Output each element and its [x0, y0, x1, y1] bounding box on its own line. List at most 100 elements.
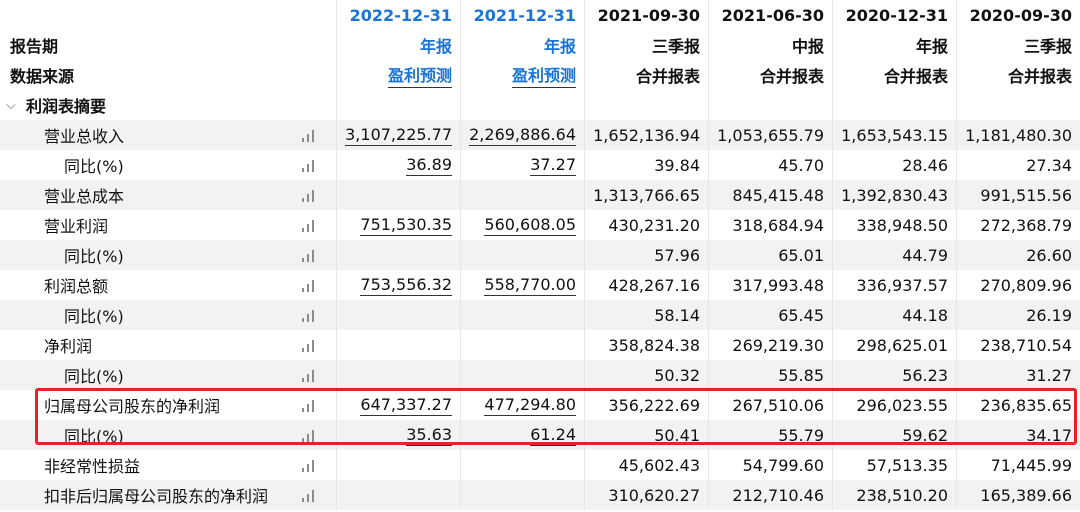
value-cell: 267,510.06: [708, 390, 832, 420]
chevron-down-icon[interactable]: ⌵: [6, 98, 20, 113]
value-cell: 35.63: [336, 420, 460, 450]
table-row: 营业总成本 1,313,766.65 845,415.48 1,392,830.43 9…: [0, 180, 1080, 210]
value-cell: 71,445.99: [956, 450, 1080, 480]
bar-chart-icon[interactable]: [300, 428, 318, 442]
forecast-link[interactable]: 盈利预测: [387, 62, 452, 88]
value-text: 57.96: [654, 245, 700, 265]
header-label: [0, 0, 336, 30]
bar-chart-icon[interactable]: [300, 248, 318, 262]
value-cell: 560,608.05: [460, 210, 584, 240]
bar-chart-icon[interactable]: [300, 218, 318, 232]
value-cell: 477,294.80: [460, 390, 584, 420]
value-text: 236,835.65: [980, 395, 1072, 415]
value-text: 560,608.05: [484, 214, 576, 236]
col-header-date[interactable]: 2021-12-31: [460, 0, 584, 30]
value-text: 267,510.06: [732, 395, 824, 415]
bar-chart-icon[interactable]: [300, 488, 318, 502]
value-cell: 54,799.60: [708, 450, 832, 480]
table-row: 同比(%) 58.14 65.45 44.18 26.19: [0, 300, 1080, 330]
value-cell: 50.32: [584, 360, 708, 390]
row-label: 营业总收入: [0, 120, 336, 150]
value-cell: 428,267.16: [584, 270, 708, 300]
forecast-link[interactable]: 盈利预测: [511, 62, 576, 88]
col-header-date[interactable]: 2020-12-31: [832, 0, 956, 30]
bar-chart-icon[interactable]: [300, 398, 318, 412]
value-cell: 39.84: [584, 150, 708, 180]
bar-chart-icon[interactable]: [300, 458, 318, 472]
value-cell: [460, 480, 584, 510]
value-cell: 1,181,480.30: [956, 120, 1080, 150]
value-text: 269,219.30: [732, 335, 824, 355]
header-label: 数据来源: [10, 67, 75, 86]
value-cell: 31.27: [956, 360, 1080, 390]
value-cell: 296,023.55: [832, 390, 956, 420]
value-text: 58.14: [654, 305, 700, 325]
value-text: 356,222.69: [608, 395, 700, 415]
row-label-text: 营业总成本: [44, 187, 125, 206]
value-cell: [460, 360, 584, 390]
value-text: 26.60: [1026, 245, 1072, 265]
row-label-text: 同比(%): [64, 157, 124, 176]
row-label: 利润总额: [0, 270, 336, 300]
value-text: 55.85: [778, 365, 824, 385]
section-title[interactable]: ⌵ 利润表摘要: [0, 90, 336, 120]
value-cell: 65.01: [708, 240, 832, 270]
value-cell: 647,337.27: [336, 390, 460, 420]
source-cell[interactable]: 盈利预测: [460, 60, 584, 90]
value-text: 1,652,136.94: [593, 125, 700, 145]
value-text: 2,269,886.64: [469, 124, 576, 146]
bar-chart-icon[interactable]: [300, 188, 318, 202]
table-row: 非经常性损益 45,602.43 54,799.60 57,513.35 71,445.…: [0, 450, 1080, 480]
row-label-text: 净利润: [44, 337, 93, 356]
row-label: 非经常性损益: [0, 450, 336, 480]
value-cell: 318,684.94: [708, 210, 832, 240]
row-label-text: 非经常性损益: [44, 457, 141, 476]
value-cell: 356,222.69: [584, 390, 708, 420]
period-cell: 三季报: [584, 30, 708, 60]
financial-table: 2022-12-31 2021-12-31 2021-09-30 2021-06…: [0, 0, 1080, 510]
value-text: 338,948.50: [856, 215, 948, 235]
bar-chart-icon[interactable]: [300, 368, 318, 382]
row-label: 同比(%): [0, 420, 336, 450]
value-text: 26.19: [1026, 305, 1072, 325]
table-row: 同比(%) 57.96 65.01 44.79 26.60: [0, 240, 1080, 270]
period-cell: 年报: [832, 30, 956, 60]
value-cell: [460, 180, 584, 210]
col-header-date[interactable]: 2021-09-30: [584, 0, 708, 30]
value-cell: 751,530.35: [336, 210, 460, 240]
value-cell: [336, 450, 460, 480]
bar-chart-icon[interactable]: [300, 278, 318, 292]
empty-cell: [584, 90, 708, 120]
bar-chart-icon[interactable]: [300, 338, 318, 352]
value-cell: 59.62: [832, 420, 956, 450]
value-cell: 55.85: [708, 360, 832, 390]
value-cell: [336, 480, 460, 510]
row-label: 同比(%): [0, 240, 336, 270]
source-cell[interactable]: 盈利预测: [336, 60, 460, 90]
value-text: 212,710.46: [732, 485, 824, 505]
value-text: 54,799.60: [742, 455, 824, 475]
value-cell: [336, 360, 460, 390]
value-cell: 37.27: [460, 150, 584, 180]
value-text: 298,625.01: [856, 335, 948, 355]
empty-cell: [832, 90, 956, 120]
value-text: 28.46: [902, 155, 948, 175]
value-cell: 558,770.00: [460, 270, 584, 300]
source-cell: 合并报表: [584, 60, 708, 90]
value-cell: 57,513.35: [832, 450, 956, 480]
section-row[interactable]: ⌵ 利润表摘要: [0, 90, 1080, 120]
col-header-date[interactable]: 2021-06-30: [708, 0, 832, 30]
bar-chart-icon[interactable]: [300, 128, 318, 142]
value-text: 430,231.20: [608, 215, 700, 235]
row-label-text: 同比(%): [64, 247, 124, 266]
value-cell: [336, 180, 460, 210]
value-cell: 845,415.48: [708, 180, 832, 210]
bar-chart-icon[interactable]: [300, 158, 318, 172]
col-header-date[interactable]: 2022-12-31: [336, 0, 460, 30]
value-text: 1,653,543.15: [841, 125, 948, 145]
col-header-date[interactable]: 2020-09-30: [956, 0, 1080, 30]
bar-chart-icon[interactable]: [300, 308, 318, 322]
value-text: 3,107,225.77: [345, 124, 452, 146]
value-cell: 55.79: [708, 420, 832, 450]
value-text: 1,181,480.30: [965, 125, 1072, 145]
